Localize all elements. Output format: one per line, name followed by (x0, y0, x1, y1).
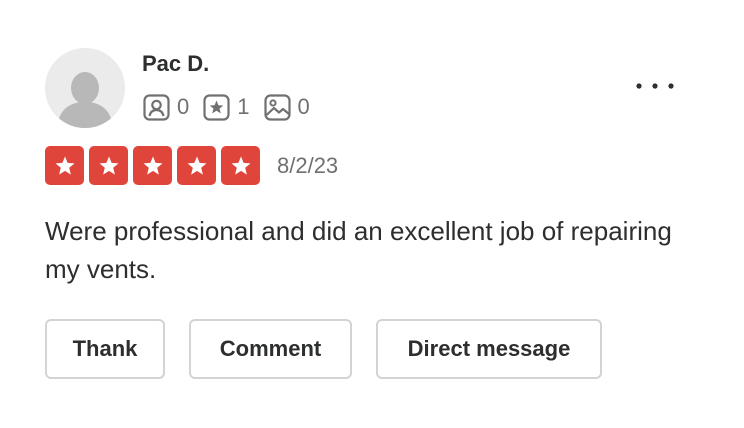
friends-icon (143, 93, 170, 121)
photos-stat: 0 (263, 93, 310, 121)
photo-icon (263, 93, 291, 121)
comment-button[interactable]: Comment (189, 319, 352, 379)
rating-star (89, 146, 128, 185)
star-icon (55, 156, 74, 175)
rating-star (133, 146, 172, 185)
photos-count: 0 (297, 94, 310, 119)
rating-star (45, 146, 84, 185)
star-icon (143, 156, 162, 175)
reviews-stat: 1 (203, 93, 250, 121)
review-star-icon (203, 93, 230, 121)
review-text: Were professional and did an excellent j… (45, 216, 672, 284)
more-options-icon (636, 83, 674, 89)
direct-message-button[interactable]: Direct message (376, 319, 602, 379)
star-icon (187, 156, 206, 175)
user-stats: 0 1 0 (143, 93, 324, 121)
reviews-count: 1 (237, 94, 250, 119)
review-date: 8/2/23 (277, 153, 339, 178)
user-name[interactable]: Pac D. (142, 51, 209, 77)
star-rating (45, 146, 260, 185)
more-options-button[interactable] (632, 76, 678, 96)
default-avatar-icon (45, 48, 125, 128)
rating-star (221, 146, 260, 185)
friends-stat: 0 (143, 93, 190, 121)
thank-button[interactable]: Thank (45, 319, 165, 379)
star-icon (99, 156, 118, 175)
review-card: Pac D. 0 1 0 8/2/23 Were professional an… (0, 0, 744, 428)
rating-star (177, 146, 216, 185)
avatar[interactable] (45, 48, 125, 128)
star-icon (231, 156, 250, 175)
friends-count: 0 (177, 94, 190, 119)
